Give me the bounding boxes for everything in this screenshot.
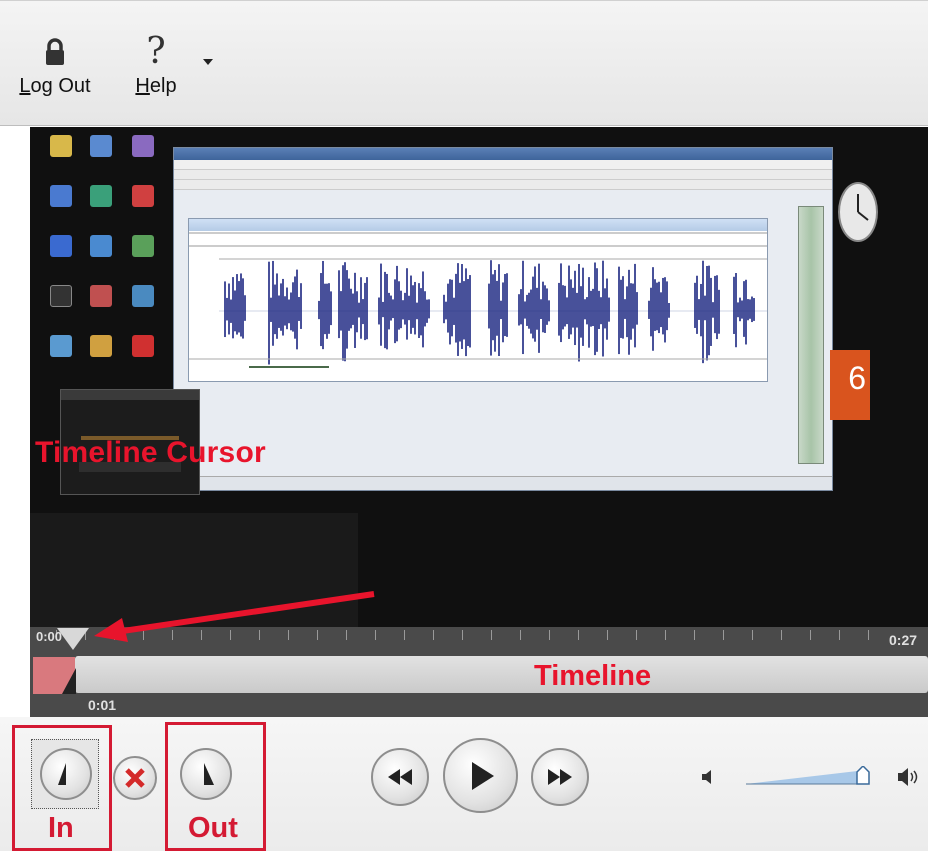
current-time: 0:01 <box>88 697 117 713</box>
screen-recorder-player: Log Out ? Help 6 Timeline Cursor 0:00 0:… <box>0 0 928 851</box>
out-annotation: Out <box>188 812 238 844</box>
help-label: Help <box>135 75 177 97</box>
chevron-down-icon[interactable] <box>203 59 213 65</box>
timeline-cursor-handle[interactable] <box>57 628 89 650</box>
ruler-tick <box>781 630 782 640</box>
logout-button[interactable]: Log Out <box>12 29 98 98</box>
question-icon: ? <box>146 31 166 72</box>
ruler-tick <box>433 630 434 640</box>
ruler-tick <box>665 630 666 640</box>
annotation-arrow-icon <box>94 591 375 642</box>
calendar-gadget: 6 <box>830 350 870 420</box>
timeline-track[interactable] <box>75 656 928 693</box>
ruler-tick <box>810 630 811 640</box>
volume-low-icon <box>702 770 711 784</box>
in-annotation: In <box>48 812 74 844</box>
clock-gadget <box>838 182 878 242</box>
video-preview[interactable]: 6 <box>30 127 928 627</box>
ruler-tick <box>520 630 521 640</box>
time-row <box>30 695 928 717</box>
ruler-tick <box>694 630 695 640</box>
waveform-window <box>188 218 768 382</box>
fast-forward-button[interactable] <box>531 748 589 806</box>
waveform <box>189 232 767 368</box>
help-button[interactable]: ? Help <box>128 29 184 98</box>
volume-slider[interactable] <box>746 766 876 786</box>
clear-button[interactable] <box>113 756 157 800</box>
selection-end-marker[interactable] <box>62 668 76 694</box>
ruler-tick <box>636 630 637 640</box>
ruler-tick <box>752 630 753 640</box>
timeline-annotation: Timeline <box>534 660 652 692</box>
ruler-tick <box>491 630 492 640</box>
ruler-tick <box>404 630 405 640</box>
ruler-tick <box>549 630 550 640</box>
ruler-tick <box>868 630 869 640</box>
ruler-tick <box>839 630 840 640</box>
clear-x-icon <box>125 768 145 788</box>
fast-forward-icon <box>548 769 572 785</box>
ruler-tick <box>607 630 608 640</box>
volume-high-icon <box>898 768 918 786</box>
level-meter <box>798 206 824 464</box>
audio-editor-window <box>173 147 833 491</box>
play-button[interactable] <box>443 738 518 813</box>
play-icon <box>471 761 494 790</box>
rewind-icon <box>388 769 412 785</box>
volume-thumb[interactable] <box>856 766 870 785</box>
ruler-tick <box>578 630 579 640</box>
timeline-cursor-annotation: Timeline Cursor <box>35 436 266 469</box>
toolbar: Log Out ? Help <box>0 0 928 126</box>
ruler-tick <box>723 630 724 640</box>
ruler-tick <box>462 630 463 640</box>
lock-icon <box>12 29 98 75</box>
logout-label: Log Out <box>19 75 91 97</box>
ruler-end-time: 0:27 <box>889 632 918 648</box>
rewind-button[interactable] <box>371 748 429 806</box>
